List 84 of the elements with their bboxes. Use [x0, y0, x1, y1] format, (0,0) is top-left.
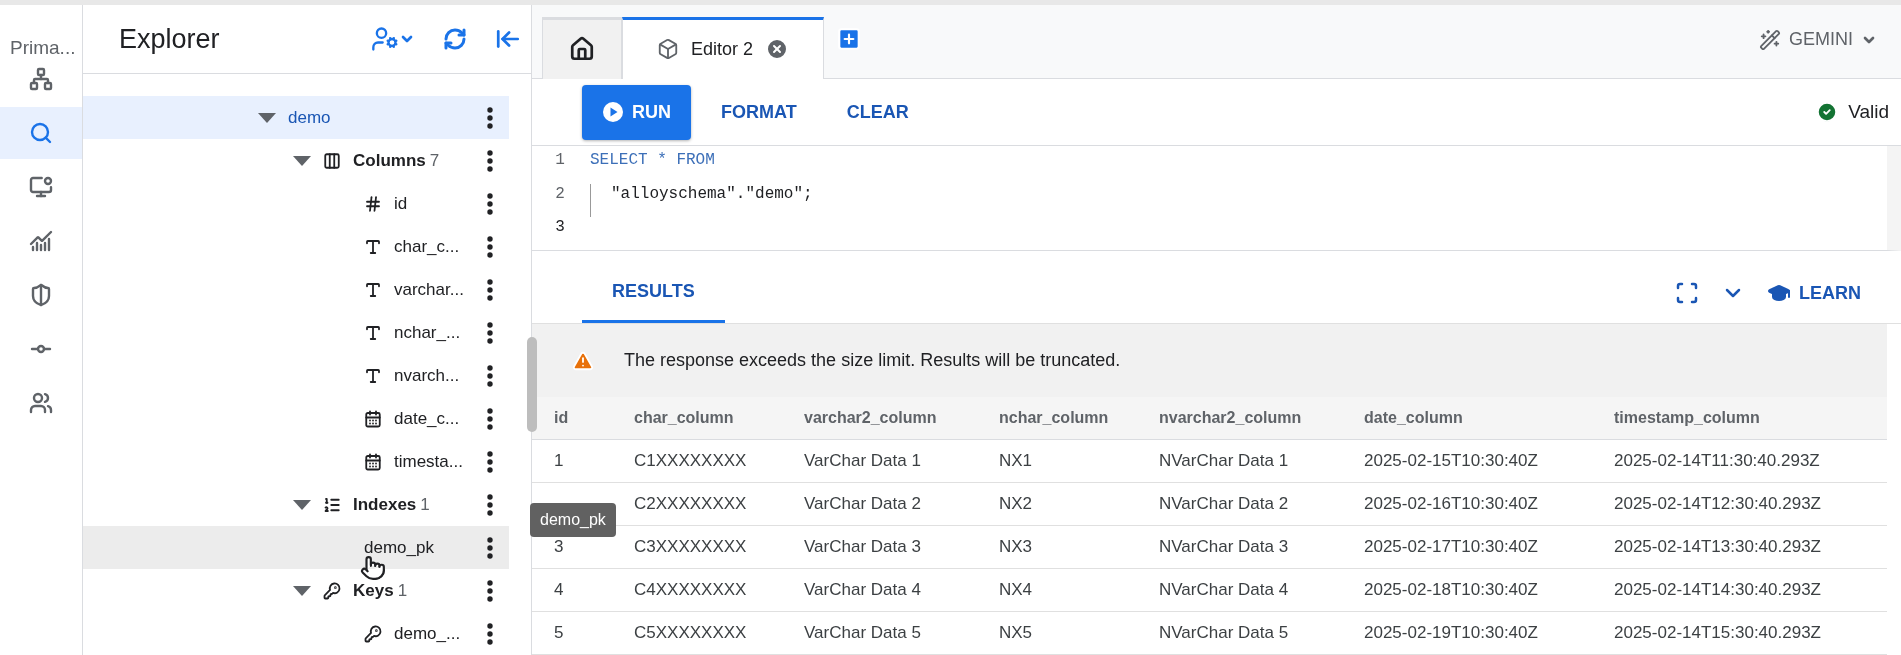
table-cell: NX4	[977, 569, 1137, 612]
tree-row[interactable]: char_c...	[83, 225, 509, 268]
gemini-menu-button[interactable]: GEMINI	[1753, 27, 1883, 52]
table-cell: C1XXXXXXXX	[612, 440, 782, 483]
tree-item-label[interactable]: nchar_...	[394, 322, 479, 343]
table-cell: NVarChar Data 2	[1137, 483, 1342, 526]
editor-tab[interactable]: Editor 2	[622, 16, 825, 79]
table-cell: NX3	[977, 526, 1137, 569]
table-cell: 5	[532, 612, 612, 655]
item-count: 1	[420, 494, 430, 514]
tooltip: demo_pk	[530, 503, 616, 537]
tree-row[interactable]: Indexes 1	[83, 483, 509, 526]
table-cell: C2XXXXXXXX	[612, 483, 782, 526]
tree-row[interactable]: Keys 1	[83, 569, 509, 612]
table-cell: C3XXXXXXXX	[612, 526, 782, 569]
tree-item-label[interactable]: Indexes 1	[353, 494, 479, 515]
tree-item-label[interactable]: Keys 1	[353, 580, 479, 601]
tree-row[interactable]: timesta...	[83, 440, 509, 483]
column-header[interactable]: char_column	[612, 397, 782, 440]
tree-item-label[interactable]: varchar...	[394, 279, 479, 300]
table-cell: 2025-02-19T10:30:40Z	[1342, 612, 1592, 655]
table-cell: 2025-02-14T14:30:40.293Z	[1592, 569, 1887, 612]
column-header[interactable]: nchar_column	[977, 397, 1137, 440]
table-cell: NX2	[977, 483, 1137, 526]
table-cell: 1	[532, 440, 612, 483]
item-count: 1	[397, 580, 408, 600]
table-cell: VarChar Data 2	[782, 483, 977, 526]
tree-row[interactable]: demo_pk	[83, 526, 509, 569]
table-cell: VarChar Data 5	[782, 612, 977, 655]
line-number: 1	[554, 150, 566, 172]
line-number: 2	[554, 183, 566, 205]
table-cell: NVarChar Data 4	[1137, 569, 1342, 612]
tree-item-label[interactable]: demo_...	[394, 623, 479, 644]
run-button[interactable]: RUN	[582, 84, 691, 140]
table-cell: NVarChar Data 3	[1137, 526, 1342, 569]
table-cell: 2025-02-18T10:30:40Z	[1342, 569, 1592, 612]
tree-item-label[interactable]: demo_pk	[364, 537, 479, 558]
table-cell: 2025-02-14T12:30:40.293Z	[1592, 483, 1887, 526]
tree-item-label[interactable]: timesta...	[394, 451, 479, 472]
table-cell: VarChar Data 1	[782, 440, 977, 483]
tree-row[interactable]: varchar...	[83, 268, 509, 311]
table-cell: C5XXXXXXXX	[612, 612, 782, 655]
tree-row[interactable]: date_c...	[83, 397, 509, 440]
table-cell: VarChar Data 4	[782, 569, 977, 612]
toolbar-button[interactable]: FORMAT	[701, 84, 817, 140]
table-cell: VarChar Data 3	[782, 526, 977, 569]
table-cell: 2025-02-17T10:30:40Z	[1342, 526, 1592, 569]
column-header[interactable]: id	[532, 397, 612, 440]
line-number: 3	[554, 216, 566, 238]
table-cell: 2025-02-14T15:30:40.293Z	[1592, 612, 1887, 655]
tree-row[interactable]: demo	[83, 96, 509, 139]
table-cell: 2025-02-14T11:30:40.293Z	[1592, 440, 1887, 483]
column-header[interactable]: date_column	[1342, 397, 1592, 440]
code-line: "alloyschema"."demo";	[590, 183, 1887, 217]
tree-item-label[interactable]: id	[394, 193, 479, 214]
table-cell: 2025-02-16T10:30:40Z	[1342, 483, 1592, 526]
tree-item-label[interactable]: nvarch...	[394, 365, 479, 386]
table-cell: 2025-02-14T13:30:40.293Z	[1592, 526, 1887, 569]
toolbar-button[interactable]: CLEAR	[826, 84, 929, 140]
code-line: SELECT * FROM	[590, 150, 716, 172]
table-cell: NVarChar Data 1	[1137, 440, 1342, 483]
table-cell: 2025-02-15T10:30:40Z	[1342, 440, 1592, 483]
item-count: 7	[429, 150, 440, 170]
tree-row[interactable]: nchar_...	[83, 311, 509, 354]
panel-title: Explorer	[119, 23, 221, 55]
tree-item-label[interactable]: char_c...	[394, 236, 479, 257]
tree-item-label[interactable]: Columns 7	[353, 150, 479, 171]
learn-button[interactable]: LEARN	[1767, 281, 1861, 306]
table-cell: C4XXXXXXXX	[612, 569, 782, 612]
tree-row[interactable]: demo_...	[83, 612, 509, 655]
tree-row[interactable]: nvarch...	[83, 354, 509, 397]
table-cell: NVarChar Data 5	[1137, 612, 1342, 655]
tree-item-label[interactable]: date_c...	[394, 408, 479, 429]
column-header[interactable]: nvarchar2_column	[1137, 397, 1342, 440]
column-header[interactable]: timestamp_column	[1592, 397, 1887, 440]
table-cell: 4	[532, 569, 612, 612]
tree-row[interactable]: id	[83, 182, 509, 225]
tree-item-label[interactable]: demo	[288, 107, 479, 128]
table-cell: NX5	[977, 612, 1137, 655]
table-cell: NX1	[977, 440, 1137, 483]
tree-row[interactable]: Columns 7	[83, 139, 509, 182]
validation-status: Valid	[1816, 101, 1901, 123]
column-header[interactable]: varchar2_column	[782, 397, 977, 440]
warning-message: The response exceeds the size limit. Results will be truncated.	[624, 350, 1121, 372]
